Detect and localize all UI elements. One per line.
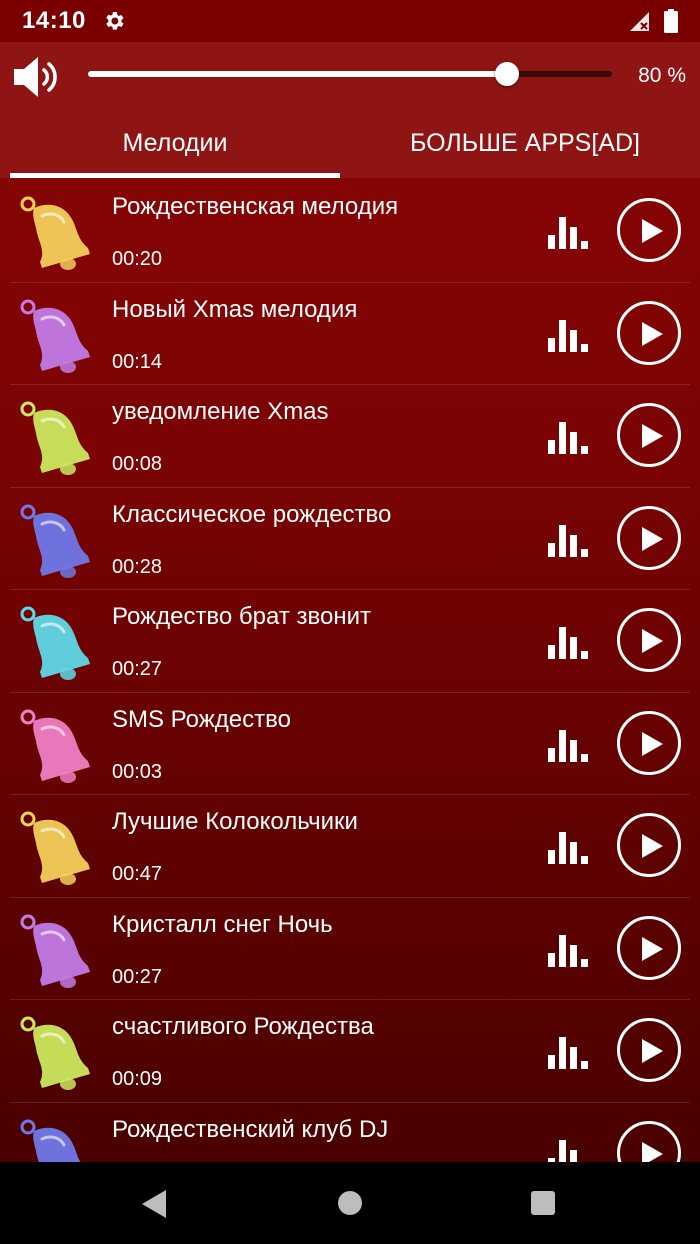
melody-row[interactable]: Рождественский клуб DJ — [0, 1103, 700, 1163]
home-icon[interactable] — [338, 1191, 362, 1215]
melody-row[interactable]: SMS Рождество 00:03 — [0, 693, 700, 796]
melody-row[interactable]: Рождественская мелодия 00:20 — [0, 180, 700, 283]
volume-bar — [0, 42, 700, 112]
volume-slider-thumb[interactable] — [495, 62, 520, 86]
tab-melodies[interactable]: Мелодии — [0, 112, 350, 178]
play-icon — [642, 731, 663, 756]
melody-duration: 00:14 — [112, 350, 163, 373]
melody-row[interactable]: Новый Xmas мелодия 00:14 — [0, 283, 700, 386]
play-icon — [642, 936, 663, 961]
melody-title: счастливого Рождества — [112, 1013, 374, 1040]
equalizer-icon[interactable] — [546, 726, 590, 762]
equalizer-icon[interactable] — [546, 418, 590, 454]
tab-melodies-label: Мелодии — [122, 128, 228, 157]
bell-icon — [20, 299, 90, 373]
bell-icon — [20, 914, 90, 988]
bell-icon — [20, 1016, 90, 1090]
tab-more-apps-label: БОЛЬШЕ APPS[AD] — [410, 128, 640, 157]
bell-icon — [20, 811, 90, 885]
melody-list: Рождественская мелодия 00:20 Новый Xmas … — [0, 180, 700, 1162]
recents-icon[interactable] — [531, 1191, 555, 1215]
melody-row[interactable]: Лучшие Колокольчики 00:47 — [0, 795, 700, 898]
melody-title: Новый Xmas мелодия — [112, 295, 358, 323]
play-button[interactable] — [617, 710, 681, 775]
melody-duration: 00:28 — [112, 555, 163, 578]
volume-percent: 80 % — [638, 64, 686, 87]
play-button[interactable] — [617, 198, 681, 262]
equalizer-icon[interactable] — [546, 521, 590, 557]
play-icon — [642, 526, 663, 551]
equalizer-icon[interactable] — [546, 828, 590, 864]
gear-icon — [106, 12, 124, 30]
play-icon — [642, 321, 663, 346]
melody-duration: 00:27 — [112, 658, 163, 680]
bell-icon — [20, 1119, 81, 1162]
play-icon — [642, 629, 663, 653]
app-screen: 14:10 80 % Мелодии БОЛЬШЕ APPS[AD] Рожде… — [0, 0, 700, 1162]
battery-icon — [664, 9, 678, 33]
navigation-bar — [0, 1162, 700, 1244]
equalizer-icon[interactable] — [546, 931, 590, 967]
play-button[interactable] — [617, 915, 681, 980]
volume-slider-fill — [88, 71, 508, 77]
melody-title: Лучшие Колокольчики — [112, 808, 358, 835]
melody-row[interactable]: уведомление Xmas 00:08 — [0, 385, 700, 488]
play-icon — [642, 1039, 663, 1063]
melody-duration: 00:27 — [112, 965, 163, 988]
status-indicators — [628, 9, 678, 33]
melody-row[interactable]: Классическое рождество 00:28 — [0, 488, 700, 591]
melody-duration: 00:47 — [112, 863, 163, 885]
melody-title: Классическое рождество — [112, 500, 392, 528]
melody-title: SMS Рождество — [112, 705, 291, 733]
play-icon — [642, 1141, 663, 1162]
play-icon — [642, 219, 663, 243]
melody-duration: 00:08 — [112, 453, 163, 475]
equalizer-icon[interactable] — [546, 1136, 590, 1163]
back-icon[interactable] — [142, 1190, 166, 1218]
melody-title: Рождественская мелодия — [112, 193, 399, 220]
play-icon — [642, 834, 663, 858]
play-button[interactable] — [617, 608, 681, 672]
bell-icon — [20, 709, 90, 783]
melody-duration: 00:03 — [112, 760, 163, 783]
melody-title: Кристалл снег Ночь — [112, 910, 333, 938]
volume-slider[interactable] — [88, 62, 612, 86]
play-button[interactable] — [617, 1120, 681, 1162]
bell-icon — [20, 606, 90, 680]
play-button[interactable] — [617, 300, 681, 365]
melody-duration: 00:09 — [112, 1068, 163, 1090]
equalizer-icon[interactable] — [546, 1033, 590, 1069]
melody-duration: 00:20 — [112, 248, 163, 270]
melody-row[interactable]: Кристалл снег Ночь 00:27 — [0, 898, 700, 1001]
tab-bar: Мелодии БОЛЬШЕ APPS[AD] — [0, 112, 700, 178]
status-time: 14:10 — [22, 7, 86, 34]
tab-more-apps[interactable]: БОЛЬШЕ APPS[AD] — [350, 112, 700, 178]
play-button[interactable] — [617, 403, 681, 467]
melody-row[interactable]: счастливого Рождества 00:09 — [0, 1000, 700, 1103]
play-button[interactable] — [617, 1018, 681, 1082]
play-button[interactable] — [617, 813, 681, 877]
bell-icon — [20, 196, 90, 270]
speaker-icon[interactable] — [12, 55, 62, 99]
melody-title: Рождественский клуб DJ — [112, 1115, 389, 1143]
signal-icon — [630, 12, 649, 31]
melody-row[interactable]: Рождество брат звонит 00:27 — [0, 590, 700, 693]
play-icon — [642, 424, 663, 448]
equalizer-icon[interactable] — [546, 623, 590, 659]
equalizer-icon[interactable] — [546, 213, 590, 249]
melody-title: Рождество брат звонит — [112, 603, 371, 630]
bell-icon — [20, 504, 90, 578]
bell-icon — [20, 401, 90, 475]
play-button[interactable] — [617, 505, 681, 570]
equalizer-icon[interactable] — [546, 316, 590, 352]
status-bar: 14:10 — [0, 0, 700, 42]
melody-title: уведомление Xmas — [112, 398, 329, 425]
